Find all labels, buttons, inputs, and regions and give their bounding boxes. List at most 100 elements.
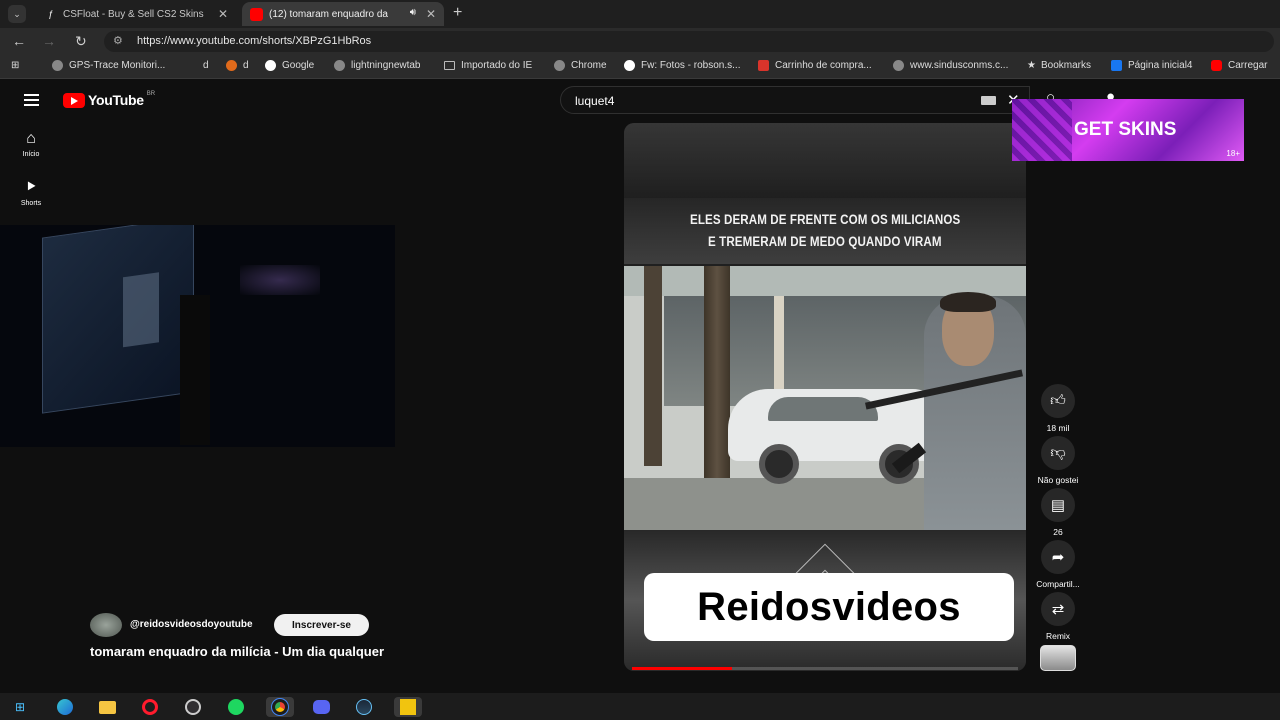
webcam-overlay — [0, 225, 395, 447]
site-info-icon[interactable]: ⚙︎ — [113, 34, 123, 47]
ad-banner[interactable]: GET SKINS 18+ — [1012, 99, 1244, 161]
bookmark-d-2[interactable]: d — [226, 60, 249, 71]
speaker-icon[interactable]: 🔊︎ — [410, 7, 416, 18]
player-top-gradient — [624, 123, 1026, 198]
share-button[interactable]: ➦ Compartil... — [1030, 540, 1086, 589]
csfloat-icon: ƒ — [47, 9, 53, 19]
bookmark-label: Carregar — [1228, 60, 1268, 71]
comments-count: 26 — [1053, 527, 1063, 537]
chrome-icon[interactable] — [271, 698, 289, 716]
ad-age-rating: 18+ — [1226, 149, 1240, 158]
globe-icon — [52, 60, 63, 71]
bookmark-label: Google — [282, 60, 315, 71]
comments-button[interactable]: ▤ 26 — [1030, 488, 1086, 537]
forward-arrow-icon[interactable]: → — [42, 33, 56, 49]
opera-icon[interactable] — [142, 699, 158, 715]
dislike-button[interactable]: 👎︎ Não gostei — [1030, 436, 1086, 485]
bookmark-label: Chrome — [571, 60, 607, 71]
bookmark-bookmarks[interactable]: ★ Bookmarks — [1027, 60, 1091, 71]
tab-title: (12) tomaram enquadro da — [269, 8, 388, 20]
like-count: 18 mil — [1046, 423, 1070, 433]
bookmark-label: lightningnewtab — [351, 60, 421, 71]
bookmark-sindusconms[interactable]: www.sindusconms.c... — [893, 60, 1008, 71]
like-button[interactable]: 👍︎ 18 mil — [1030, 384, 1086, 433]
bookmark-fw-fotos[interactable]: Fw: Fotos - robson.s... — [624, 60, 740, 71]
video-progress-bar[interactable] — [632, 667, 1018, 670]
avatar[interactable] — [90, 613, 122, 637]
bookmark-gps-trace[interactable]: GPS-Trace Monitori... — [52, 60, 165, 71]
sound-thumbnail[interactable] — [1040, 645, 1076, 671]
steam-icon[interactable] — [356, 699, 372, 715]
globe-icon — [554, 60, 565, 71]
address-bar[interactable]: ⚙︎ https://www.youtube.com/shorts/XBPzG1… — [104, 31, 1274, 52]
bookmark-google[interactable]: Google — [265, 60, 314, 71]
youtube-play-icon — [63, 92, 85, 108]
bookmark-carrinho[interactable]: Carrinho de compra... — [758, 60, 872, 71]
bookmark-carregar[interactable]: Carregar — [1211, 60, 1267, 71]
bookmark-label: d — [203, 60, 209, 71]
search-input[interactable]: luquet4 — [575, 94, 614, 108]
bookmark-importado-ie[interactable]: Importado do IE — [444, 60, 532, 71]
remix-icon: ⇄ — [1041, 592, 1075, 626]
folder-icon — [444, 61, 455, 70]
channel-handle[interactable]: @reidosvideosdoyoutube — [130, 619, 253, 630]
thumbs-up-icon: 👍︎ — [1041, 384, 1075, 418]
share-icon: ➦ — [1041, 540, 1075, 574]
star-icon: ★ — [1027, 60, 1036, 71]
watermark-box: Reidosvideos — [644, 573, 1014, 641]
shop-icon — [758, 60, 769, 71]
home-icon: ⌂ — [26, 130, 36, 147]
obs-icon[interactable] — [185, 699, 201, 715]
apps-grid-icon[interactable]: ⊞ — [11, 60, 19, 71]
bookmark-chrome[interactable]: Chrome — [554, 60, 607, 71]
caption-line-1: ELES DERAM DE FRENTE COM OS MILICIANOS — [689, 212, 961, 227]
ad-pattern — [1012, 99, 1072, 161]
close-tab-icon[interactable]: ✕ — [218, 7, 228, 21]
remix-button[interactable]: ⇄ Remix — [1030, 592, 1086, 641]
subscribe-button[interactable]: Inscrever-se — [274, 614, 369, 636]
youtube-page: YouTube BR ⌂ Início ⯈ Shorts luquet4 ✕ ○… — [0, 80, 1280, 693]
video-frame — [624, 266, 1026, 530]
close-tab-icon[interactable]: ✕ — [426, 7, 436, 21]
bookmark-label: www.sindusconms.c... — [910, 60, 1009, 71]
windows-icon[interactable]: ⊞ — [10, 697, 30, 717]
man-hair — [940, 292, 996, 312]
ad-text: GET SKINS — [1074, 119, 1177, 140]
bookmarks-bar: ⊞ GPS-Trace Monitori... d d Google light… — [0, 55, 1280, 79]
tab-search-button[interactable]: ⌄ — [8, 5, 26, 23]
discord-icon[interactable] — [312, 700, 330, 714]
sidebar-label: Shorts — [20, 200, 42, 207]
rgb-light — [240, 265, 320, 295]
sidebar-item-shorts[interactable]: ⯈ Shorts — [10, 179, 52, 207]
search-box[interactable]: luquet4 ✕ — [560, 86, 1030, 114]
shorts-player[interactable]: ELES DERAM DE FRENTE COM OS MILICIANOS E… — [624, 123, 1026, 671]
microphone-image — [180, 295, 210, 445]
spotify-icon[interactable] — [228, 699, 244, 715]
bookmark-pagina-inicial4[interactable]: Página inicial4 — [1111, 60, 1193, 71]
kick-icon[interactable] — [400, 699, 416, 715]
progress-fill — [632, 667, 733, 670]
comment-icon: ▤ — [1041, 488, 1075, 522]
share-label: Compartil... — [1036, 579, 1080, 589]
file-explorer-icon[interactable] — [98, 700, 116, 714]
bookmark-lightningnewtab[interactable]: lightningnewtab — [334, 60, 421, 71]
sidebar-item-home[interactable]: ⌂ Início — [10, 130, 52, 158]
new-tab-button[interactable]: + — [453, 4, 462, 22]
sidebar-label: Início — [22, 151, 40, 158]
youtube-logo[interactable]: YouTube BR — [63, 91, 155, 108]
tree-trunk-left — [644, 266, 662, 466]
bookmark-label: GPS-Trace Monitori... — [69, 60, 166, 71]
video-title: tomaram enquadro da milícia - Um dia qua… — [90, 644, 385, 659]
keyboard-icon[interactable] — [981, 96, 996, 105]
tab-csfloat[interactable]: ƒ CSFloat - Buy & Sell CS2 Skins ✕ — [36, 2, 236, 26]
menu-icon[interactable] — [24, 94, 39, 109]
youtube-icon — [250, 7, 263, 21]
facebook-icon — [1111, 60, 1122, 71]
edge-icon[interactable] — [57, 699, 73, 715]
tab-youtube[interactable]: (12) tomaram enquadro da 🔊︎ ✕ — [242, 2, 444, 26]
bookmark-d[interactable]: d — [203, 60, 209, 71]
bookmark-label: d — [243, 60, 249, 71]
bookmark-label: Importado do IE — [461, 60, 533, 71]
reload-icon[interactable]: ↻ — [75, 33, 87, 50]
back-arrow-icon[interactable]: ← — [12, 33, 26, 49]
